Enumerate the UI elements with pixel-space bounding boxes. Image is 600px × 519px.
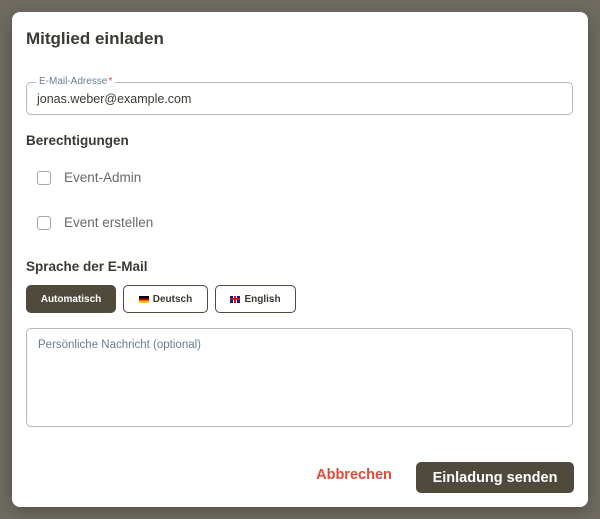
language-german-label: Deutsch [152,293,193,305]
permission-event-create[interactable]: Event erstellen [37,215,153,230]
personal-message-textarea[interactable]: Persönliche Nachricht (optional) [26,328,573,427]
send-invitation-label: Einladung senden [432,469,558,486]
language-english-label: English [244,293,281,305]
language-english-button[interactable]: English [215,285,296,313]
language-german-button[interactable]: Deutsch [123,285,208,313]
email-field[interactable]: E-Mail-Adresse* jonas.weber@example.com [26,76,573,115]
event-admin-checkbox[interactable] [37,170,51,185]
language-automatic-button[interactable]: Automatisch [26,285,116,313]
cancel-button[interactable]: Abbrechen [304,467,404,483]
uk-flag-icon [230,295,241,303]
permissions-heading: Berechtigungen [26,133,129,148]
event-create-checkbox[interactable] [37,215,51,230]
permission-event-admin[interactable]: Event-Admin [37,170,141,185]
german-flag-icon [138,295,149,303]
dialog-title: Mitglied einladen [26,29,164,48]
invite-member-dialog: Mitglied einladen E-Mail-Adresse* jonas.… [12,12,588,507]
language-automatic-label: Automatisch [40,293,102,305]
personal-message-placeholder: Persönliche Nachricht (optional) [38,339,201,351]
email-field-label: E-Mail-Adresse* [36,76,116,88]
send-invitation-button[interactable]: Einladung senden [416,462,574,493]
email-field-label-text: E-Mail-Adresse [39,76,108,87]
event-create-label: Event erstellen [64,215,154,230]
required-marker: * [108,76,113,87]
email-language-heading: Sprache der E-Mail [26,259,148,274]
event-admin-label: Event-Admin [64,170,142,185]
email-field-value[interactable]: jonas.weber@example.com [37,92,191,106]
